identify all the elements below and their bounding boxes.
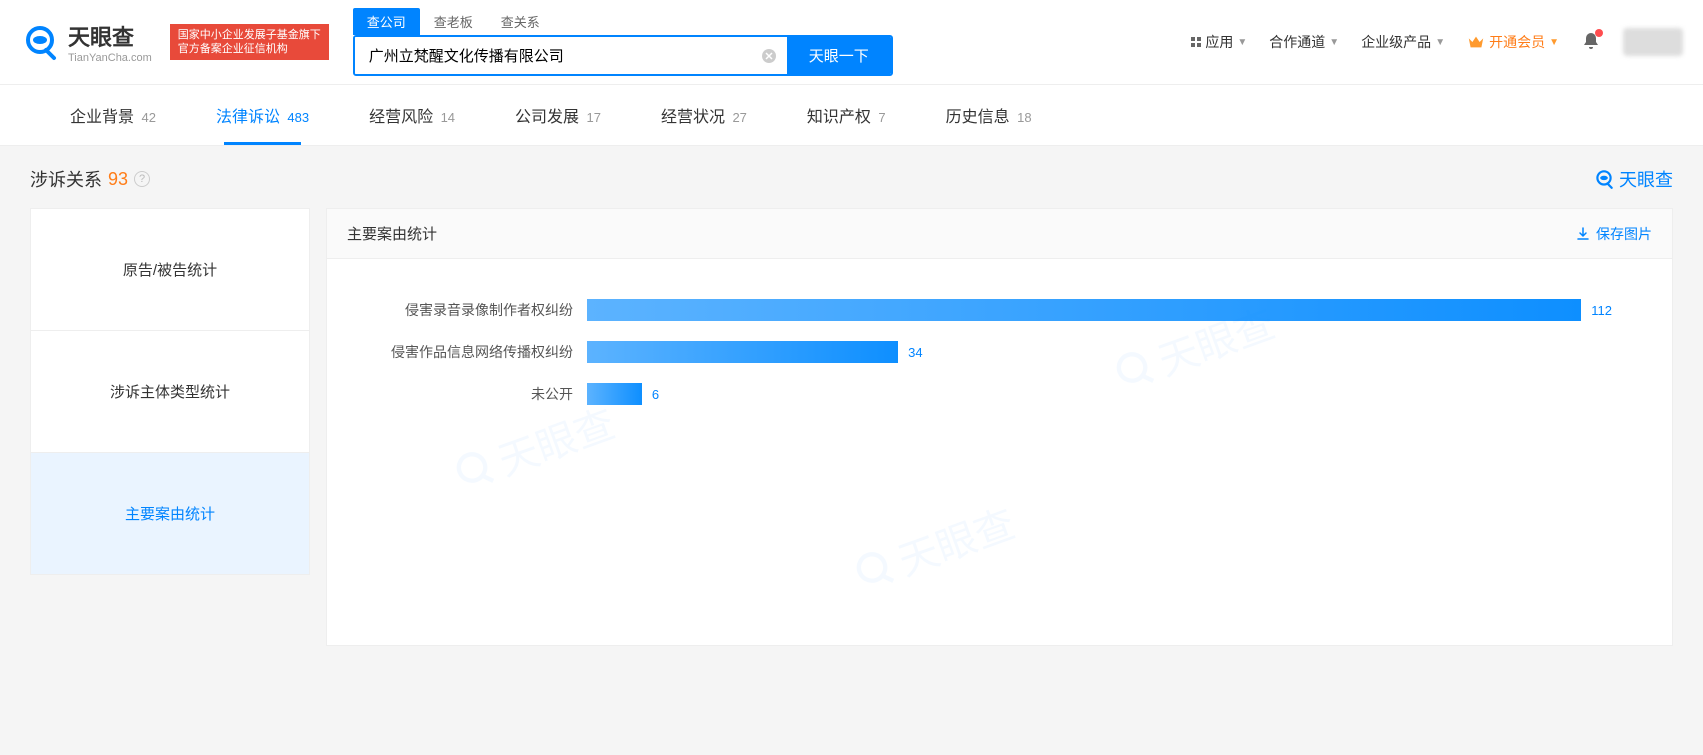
search-clear-button[interactable] (751, 37, 787, 74)
bar-value: 112 (1591, 303, 1612, 318)
bar-row: 侵害录音录像制作者权纠纷 112 (367, 299, 1612, 321)
search-box: 天眼一下 (353, 35, 893, 76)
section-title-text: 涉诉关系 (30, 166, 102, 192)
crown-icon (1467, 33, 1485, 51)
section-header: 涉诉关系 93 ? 天眼查 (30, 166, 1673, 192)
search-tab-boss[interactable]: 查老板 (420, 8, 487, 35)
vip-link[interactable]: 开通会员 ▼ (1467, 32, 1559, 52)
search-tab-relation[interactable]: 查关系 (487, 8, 554, 35)
bar-fill (587, 341, 898, 363)
section-count: 93 (108, 169, 128, 190)
chevron-down-icon: ▼ (1329, 37, 1339, 48)
bar-value: 34 (908, 345, 922, 360)
logo-text: 天眼查 TianYanCha.com (68, 20, 152, 64)
search-type-tabs: 查公司 查老板 查关系 (353, 8, 893, 35)
panel-row: 原告/被告统计 涉诉主体类型统计 主要案由统计 主要案由统计 保存图片 侵害录音… (30, 208, 1673, 646)
logo-en: TianYanCha.com (68, 52, 152, 64)
watermark-text: 天眼查 (1619, 166, 1673, 192)
user-avatar[interactable] (1623, 28, 1683, 56)
cooperation-link[interactable]: 合作通道 ▼ (1269, 32, 1339, 52)
search-area: 查公司 查老板 查关系 天眼一下 (353, 8, 893, 76)
side-tabs: 原告/被告统计 涉诉主体类型统计 主要案由统计 (30, 208, 310, 646)
badge-line1: 国家中小企业发展子基金旗下 (178, 28, 321, 42)
search-tab-company[interactable]: 查公司 (353, 8, 420, 35)
tab-company-background[interactable]: 企业背景 42 (40, 85, 186, 145)
header: 天眼查 TianYanCha.com 国家中小企业发展子基金旗下 官方备案企业征… (0, 0, 1703, 85)
tab-legal-proceedings[interactable]: 法律诉讼 483 (186, 85, 339, 145)
bar-fill (587, 383, 642, 405)
tab-company-growth[interactable]: 公司发展 17 (485, 85, 631, 145)
bar-row: 侵害作品信息网络传播权纠纷 34 (367, 341, 1612, 363)
apps-icon (1191, 37, 1201, 47)
enterprise-label: 企业级产品 (1361, 32, 1431, 52)
bar-label: 侵害作品信息网络传播权纠纷 (367, 342, 587, 362)
save-image-button[interactable]: 保存图片 (1575, 224, 1652, 244)
help-icon[interactable]: ? (134, 171, 150, 187)
logo-icon (20, 22, 60, 62)
apps-label: 应用 (1205, 32, 1233, 52)
bar-label: 侵害录音录像制作者权纠纷 (367, 300, 587, 320)
chart-title: 主要案由统计 (347, 223, 437, 244)
chevron-down-icon: ▼ (1237, 37, 1247, 48)
apps-link[interactable]: 应用 ▼ (1191, 32, 1247, 52)
content: 涉诉关系 93 ? 天眼查 原告/被告统计 涉诉主体类型统计 主要案由统计 主要… (0, 146, 1703, 666)
bar-value: 6 (652, 387, 659, 402)
tab-operations[interactable]: 经营状况 27 (631, 85, 777, 145)
tab-history[interactable]: 历史信息 18 (916, 85, 1062, 145)
section-title: 涉诉关系 93 ? (30, 166, 150, 192)
brand-watermark: 天眼查 (1593, 166, 1673, 192)
enterprise-link[interactable]: 企业级产品 ▼ (1361, 32, 1445, 52)
clear-icon (761, 48, 777, 64)
save-image-label: 保存图片 (1596, 224, 1652, 244)
bar-track: 112 (587, 299, 1612, 321)
tab-business-risk[interactable]: 经营风险 14 (339, 85, 485, 145)
bar-fill (587, 299, 1581, 321)
download-icon (1575, 226, 1591, 242)
certification-badge: 国家中小企业发展子基金旗下 官方备案企业征信机构 (170, 24, 329, 61)
coop-label: 合作通道 (1269, 32, 1325, 52)
side-tab-case-reason[interactable]: 主要案由统计 (30, 452, 310, 575)
bar-row: 未公开 6 (367, 383, 1612, 405)
badge-line2: 官方备案企业征信机构 (178, 42, 321, 56)
search-button[interactable]: 天眼一下 (787, 37, 891, 74)
side-tab-subject-type[interactable]: 涉诉主体类型统计 (30, 330, 310, 453)
notification-dot (1595, 29, 1603, 37)
bar-label: 未公开 (367, 384, 587, 404)
main-tabs: 企业背景 42 法律诉讼 483 经营风险 14 公司发展 17 经营状况 27… (0, 85, 1703, 146)
chart-header: 主要案由统计 保存图片 (327, 209, 1672, 259)
side-tab-plaintiff-defendant[interactable]: 原告/被告统计 (30, 208, 310, 331)
bar-track: 6 (587, 383, 1612, 405)
chevron-down-icon: ▼ (1435, 37, 1445, 48)
logo[interactable]: 天眼查 TianYanCha.com 国家中小企业发展子基金旗下 官方备案企业征… (20, 20, 329, 64)
search-input[interactable] (355, 37, 751, 74)
chart-body: 侵害录音录像制作者权纠纷112侵害作品信息网络传播权纠纷34未公开6天眼查天眼查… (327, 259, 1672, 645)
chevron-down-icon: ▼ (1549, 37, 1559, 48)
header-right: 应用 ▼ 合作通道 ▼ 企业级产品 ▼ 开通会员 ▼ (1191, 28, 1683, 56)
bar-track: 34 (587, 341, 1612, 363)
tab-ip[interactable]: 知识产权 7 (777, 85, 916, 145)
logo-cn: 天眼查 (68, 20, 152, 52)
notifications-button[interactable] (1581, 31, 1601, 54)
vip-label: 开通会员 (1489, 32, 1545, 52)
chart-panel: 主要案由统计 保存图片 侵害录音录像制作者权纠纷 112 侵害作品信息网络传播权纠纷… (326, 208, 1673, 646)
